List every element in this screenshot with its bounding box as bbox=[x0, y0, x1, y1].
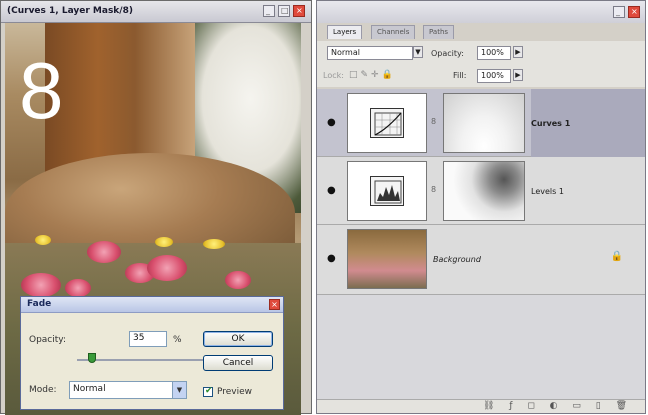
tab-layers[interactable]: Layers bbox=[327, 25, 363, 39]
eye-icon[interactable]: ● bbox=[327, 185, 336, 196]
layer-opacity-input[interactable]: 100% bbox=[477, 46, 511, 60]
layers-panel: _ × Layers Channels Paths Normal ▼ Opaci… bbox=[316, 0, 646, 414]
link-icon[interactable]: 8 bbox=[431, 117, 436, 126]
opacity-arrow-icon[interactable]: ▶ bbox=[513, 46, 523, 58]
checkmark-icon: ✔ bbox=[205, 386, 213, 396]
close-icon: × bbox=[296, 6, 303, 15]
levels-icon bbox=[370, 176, 404, 206]
preview-label: Preview bbox=[217, 387, 253, 397]
canvas-pink-flower bbox=[87, 241, 121, 263]
levels-histogram-graphic bbox=[374, 180, 402, 204]
curves-icon bbox=[370, 108, 404, 138]
mode-select[interactable]: Normal ▼ bbox=[69, 381, 187, 399]
layer-name-curves[interactable]: Curves 1 bbox=[531, 119, 570, 128]
maximize-button[interactable]: □ bbox=[278, 5, 290, 17]
canvas-pink-flower bbox=[65, 279, 91, 297]
lock-options-icons[interactable]: □✎✛🔒 bbox=[349, 70, 396, 80]
close-icon: × bbox=[271, 300, 278, 309]
lock-label: Lock: bbox=[323, 71, 344, 80]
document-title: (Curves 1, Layer Mask/8) bbox=[7, 6, 133, 16]
tab-channels[interactable]: Channels bbox=[371, 25, 416, 39]
opacity-input[interactable]: 35 bbox=[129, 331, 167, 347]
ok-button[interactable]: OK bbox=[203, 331, 273, 347]
curves-mask-thumbnail[interactable] bbox=[443, 93, 525, 153]
layer-name-levels[interactable]: Levels 1 bbox=[531, 187, 564, 196]
fade-dialog: Fade × Opacity: 35 % OK Cancel Mode: Nor… bbox=[20, 296, 284, 410]
step-number: 8 bbox=[19, 46, 64, 135]
panel-minimize-button[interactable]: _ bbox=[613, 6, 625, 18]
levels-mask-thumbnail[interactable] bbox=[443, 161, 525, 221]
minimize-button[interactable]: _ bbox=[263, 5, 275, 17]
fill-label: Fill: bbox=[453, 71, 467, 80]
canvas-yellow-flower bbox=[35, 235, 51, 245]
levels-thumbnail[interactable] bbox=[347, 161, 427, 221]
panel-close-button[interactable]: × bbox=[628, 6, 640, 18]
opacity-slider-thumb[interactable] bbox=[87, 353, 96, 363]
chevron-down-icon[interactable]: ▼ bbox=[413, 46, 423, 58]
tab-paths[interactable]: Paths bbox=[423, 25, 455, 39]
background-thumbnail[interactable] bbox=[347, 229, 427, 289]
curves-grid-graphic bbox=[374, 112, 402, 136]
close-icon: × bbox=[631, 7, 638, 16]
opacity-slider-track[interactable] bbox=[77, 359, 205, 361]
layer-name-background[interactable]: Background bbox=[433, 255, 481, 264]
cancel-button[interactable]: Cancel bbox=[203, 355, 273, 371]
minimize-icon: _ bbox=[616, 7, 620, 16]
curves-thumbnail[interactable] bbox=[347, 93, 427, 153]
fill-arrow-icon[interactable]: ▶ bbox=[513, 69, 523, 81]
lock-icon: 🔒 bbox=[610, 251, 623, 262]
blend-row: Normal ▼ Opacity: 100% ▶ bbox=[317, 41, 645, 65]
canvas-pink-flower bbox=[225, 271, 251, 289]
close-button[interactable]: × bbox=[293, 5, 305, 17]
layer-row-background[interactable]: ● Background 🔒 bbox=[317, 225, 645, 295]
minimize-icon: _ bbox=[266, 6, 270, 15]
opacity-label: Opacity: bbox=[29, 335, 66, 345]
canvas-pink-flower bbox=[147, 255, 187, 281]
preview-checkbox[interactable]: ✔ bbox=[203, 386, 213, 397]
canvas-yellow-flower bbox=[155, 237, 173, 247]
fade-close-button[interactable]: × bbox=[269, 299, 280, 310]
blend-mode-select[interactable]: Normal bbox=[327, 46, 413, 60]
mode-select-value: Normal bbox=[73, 384, 106, 394]
lock-row: Lock: □✎✛🔒 Fill: 100% ▶ bbox=[317, 65, 645, 87]
mode-label: Mode: bbox=[29, 385, 57, 395]
fill-input[interactable]: 100% bbox=[477, 69, 511, 83]
fade-dialog-title-bar[interactable]: Fade × bbox=[21, 297, 283, 313]
layer-row-levels[interactable]: ● 8 Levels 1 bbox=[317, 157, 645, 225]
fade-dialog-title: Fade bbox=[27, 299, 52, 309]
layer-actions-icons[interactable]: ⛓ ƒ ◻ ◐ ▭ ▯ 🗑 bbox=[483, 401, 633, 411]
layer-opacity-label: Opacity: bbox=[431, 49, 464, 58]
eye-icon[interactable]: ● bbox=[327, 117, 336, 128]
chevron-down-icon[interactable]: ▼ bbox=[172, 382, 186, 398]
canvas-pink-flower bbox=[21, 273, 61, 297]
layers-list: ● 8 Curves 1 ● 8 Levels 1 ● Background 🔒 bbox=[317, 89, 645, 401]
canvas-yellow-flower bbox=[203, 239, 225, 249]
layer-row-curves[interactable]: ● 8 Curves 1 bbox=[317, 89, 645, 157]
panel-title-bar[interactable]: _ × bbox=[317, 1, 645, 23]
maximize-icon: □ bbox=[281, 6, 289, 15]
percent-label: % bbox=[173, 335, 182, 345]
document-title-bar[interactable]: (Curves 1, Layer Mask/8) _ □ × bbox=[1, 1, 311, 23]
link-icon[interactable]: 8 bbox=[431, 185, 436, 194]
eye-icon[interactable]: ● bbox=[327, 253, 336, 264]
layers-bottom-toolbar: ⛓ ƒ ◻ ◐ ▭ ▯ 🗑 bbox=[317, 399, 645, 413]
